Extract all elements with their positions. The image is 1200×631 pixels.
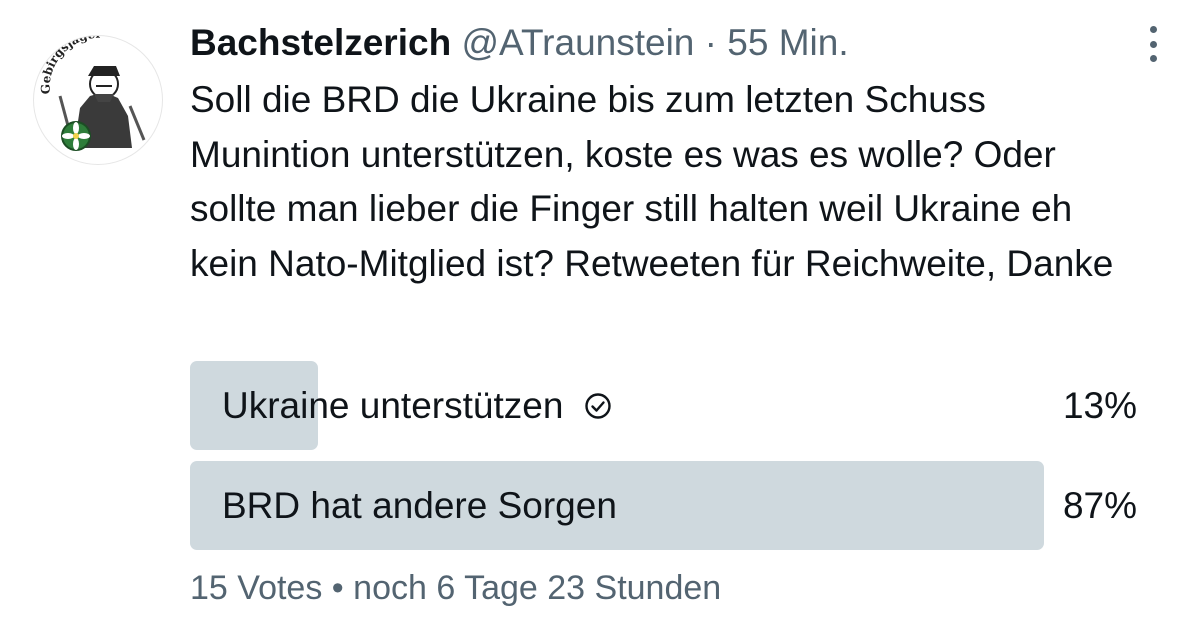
- poll-option-ukraine[interactable]: Ukraine unterstützen 13%: [190, 361, 1140, 450]
- user-handle[interactable]: @ATraunstein: [461, 22, 694, 63]
- poll-option-percent: 13%: [1062, 385, 1137, 426]
- gebirgsjaeger-emblem-icon: Gebirgsjäger: [35, 36, 161, 163]
- separator-dot: ·: [704, 22, 717, 63]
- poll-option-brd[interactable]: BRD hat andere Sorgen 87%: [190, 461, 1140, 550]
- avatar[interactable]: Gebirgsjäger: [33, 35, 163, 165]
- poll-footer: 15 Votes • noch 6 Tage 23 Stunden: [190, 566, 721, 610]
- poll-option-label: Ukraine unterstützen: [222, 385, 564, 426]
- poll-bullet: •: [331, 569, 344, 607]
- poll-votes: 15 Votes: [190, 569, 323, 607]
- display-name[interactable]: Bachstelzerich: [190, 22, 451, 63]
- tweet-timestamp[interactable]: 55 Min.: [727, 22, 848, 63]
- voted-check-icon: [585, 392, 612, 419]
- tweet-content: Bachstelzerich @ATraunstein · 55 Min. So…: [190, 18, 1150, 291]
- poll-option-label: BRD hat andere Sorgen: [222, 485, 617, 526]
- tweet-header: Bachstelzerich @ATraunstein · 55 Min.: [190, 18, 1150, 68]
- poll-remaining: noch 6 Tage 23 Stunden: [353, 569, 722, 607]
- poll: Ukraine unterstützen 13% BRD hat andere …: [190, 361, 1140, 561]
- poll-option-percent: 87%: [1062, 485, 1137, 526]
- tweet-text: Soll die BRD die Ukraine bis zum letzten…: [190, 79, 1114, 284]
- more-options-icon[interactable]: [1138, 26, 1168, 62]
- tweet: Gebirgsjäger Bachstelzerich @ATraunstein: [0, 0, 1200, 631]
